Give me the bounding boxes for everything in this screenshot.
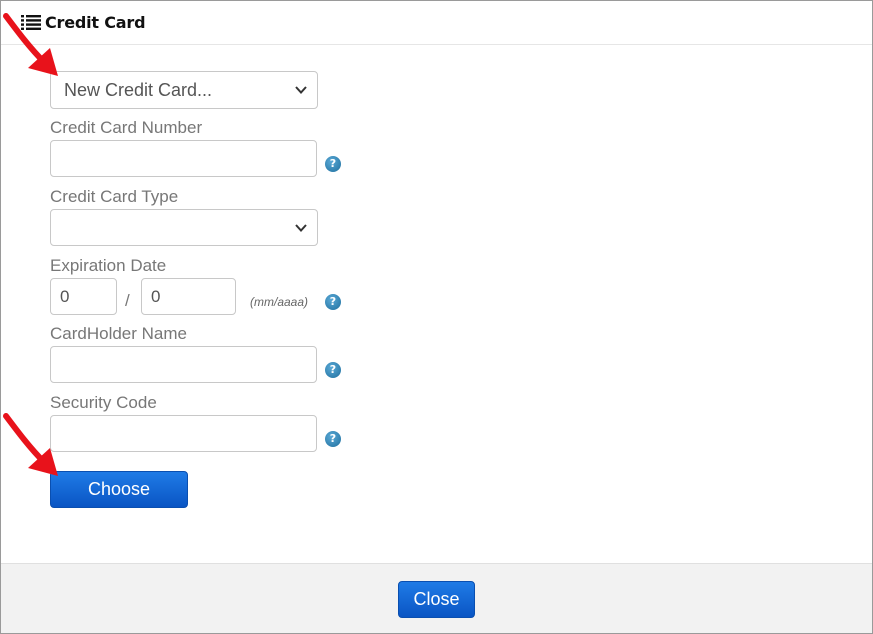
expiration-separator: /: [125, 291, 130, 310]
cardholder-help-icon[interactable]: ?: [325, 362, 341, 378]
card-number-input[interactable]: [50, 140, 317, 177]
expiration-help-icon[interactable]: ?: [325, 294, 341, 310]
choose-button[interactable]: Choose: [50, 471, 188, 508]
card-number-label: Credit Card Number: [50, 118, 203, 137]
annotation-arrow-icon: [3, 413, 58, 476]
expiration-month-input[interactable]: 0: [50, 278, 117, 315]
cardholder-input[interactable]: [50, 346, 317, 383]
security-code-label: Security Code: [50, 393, 157, 412]
card-number-help-icon[interactable]: ?: [325, 156, 341, 172]
dialog-header: Credit Card: [1, 1, 872, 45]
expiration-label: Expiration Date: [50, 256, 167, 275]
chevron-down-icon: [295, 86, 307, 94]
expiration-format-hint: (mm/aaaa): [250, 295, 309, 309]
expiration-year-input[interactable]: 0: [141, 278, 236, 315]
cardholder-label: CardHolder Name: [50, 324, 187, 343]
card-type-label: Credit Card Type: [50, 187, 179, 206]
security-code-input[interactable]: [50, 415, 317, 452]
credit-card-dialog: Credit Card New Credit Card... Credit Ca…: [0, 0, 873, 634]
dialog-footer: Close: [1, 563, 872, 633]
saved-card-select-value: New Credit Card...: [64, 80, 213, 100]
card-type-select[interactable]: [50, 209, 318, 246]
security-code-help-icon[interactable]: ?: [325, 431, 341, 447]
close-button[interactable]: Close: [398, 581, 475, 618]
annotation-arrow-icon: [3, 13, 58, 76]
saved-card-select[interactable]: New Credit Card...: [50, 71, 318, 109]
chevron-down-icon: [295, 224, 307, 232]
